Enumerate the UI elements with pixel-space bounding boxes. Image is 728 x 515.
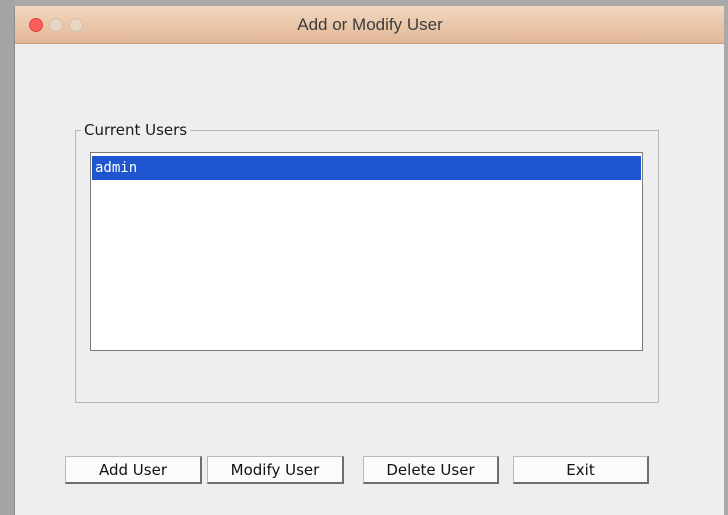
window-title: Add or Modify User <box>297 15 443 34</box>
delete-user-button[interactable]: Delete User <box>363 456 499 484</box>
desktop-background <box>0 0 14 515</box>
add-user-button[interactable]: Add User <box>65 456 202 484</box>
list-item-admin[interactable]: admin <box>92 156 641 180</box>
current-users-list[interactable]: admin <box>90 152 643 351</box>
modify-user-button[interactable]: Modify User <box>207 456 344 484</box>
title-bar[interactable]: Add or Modify User <box>15 6 724 44</box>
add-modify-user-window: Add or Modify User Current Users admin A… <box>14 6 724 515</box>
current-users-label: Current Users <box>81 120 191 140</box>
exit-button[interactable]: Exit <box>513 456 649 484</box>
